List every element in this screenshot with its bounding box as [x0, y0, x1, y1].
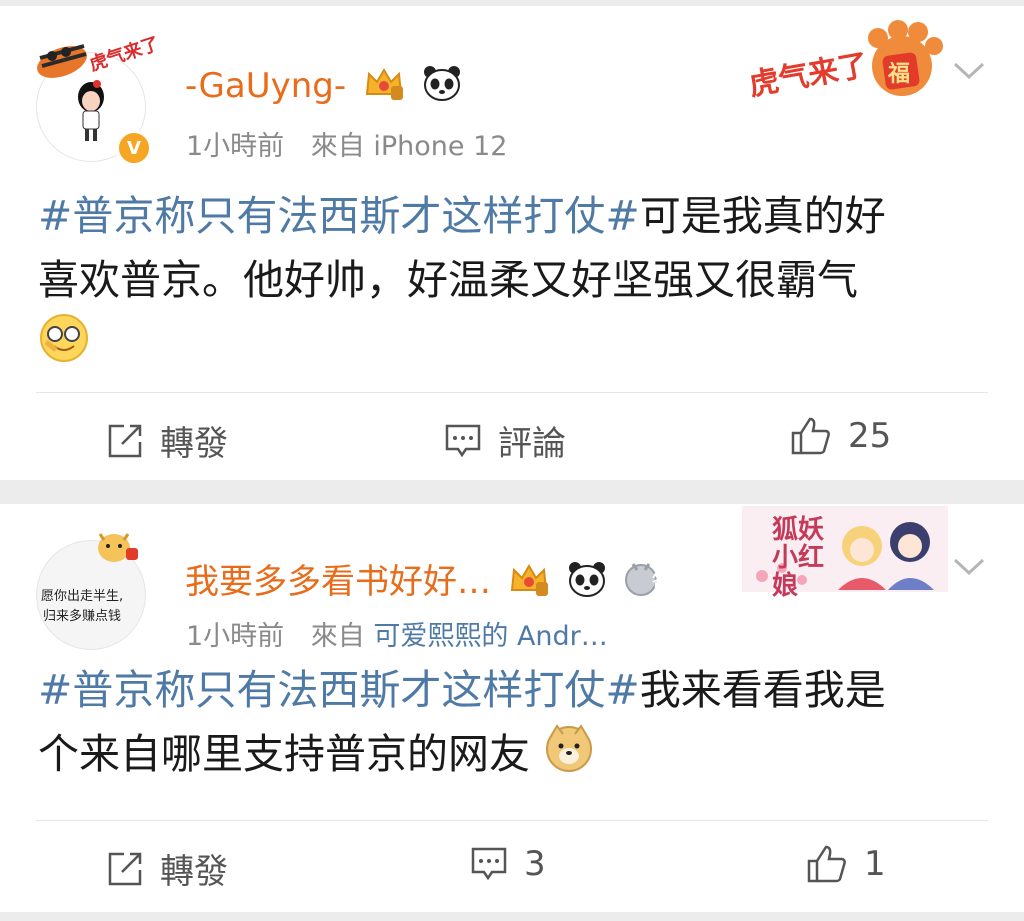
comment-count: 3 [524, 844, 546, 884]
divider [36, 820, 988, 821]
crown-badge-icon [508, 560, 550, 607]
repost-icon [108, 424, 142, 457]
post-time: 1小時前 [186, 131, 285, 162]
like-button[interactable]: 25 [790, 416, 891, 456]
like-button[interactable]: 1 [806, 844, 886, 884]
chevron-down-icon[interactable] [952, 556, 986, 582]
avatar-text-line2: 归来多赚点钱 [43, 609, 122, 624]
post-text: #普京称只有法西斯才这样打仗#可是我真的好 喜欢普京。他好帅，好温柔又好坚强又很… [38, 184, 974, 382]
panda-badge-icon [567, 560, 607, 607]
badge-level: 6 [402, 86, 410, 100]
comment-button[interactable]: 評論 [444, 416, 566, 465]
post-source[interactable]: 可爱熙熙的 Andr… [373, 621, 607, 652]
repost-icon [108, 852, 142, 885]
crown-badge-icon [363, 64, 405, 111]
repost-button[interactable]: 轉發 [106, 844, 228, 893]
post-meta: 1小時前 來自 iPhone 12 [186, 124, 507, 163]
post-meta: 1小時前 來自 可爱熙熙的 Andr… [186, 614, 608, 653]
post-card[interactable]: 愿你出走半生, 归来多赚点钱 我要多多看书好好… 答 1小時前 來自 可爱熙熙的… [0, 504, 1024, 912]
username[interactable]: 我要多多看书好好… [185, 554, 659, 607]
divider [36, 392, 988, 393]
topic-link[interactable]: #普京称只有法西斯才这样打仗# [38, 666, 640, 714]
repost-label: 轉發 [160, 852, 228, 892]
username-text: 我要多多看书好好… [185, 562, 491, 602]
source-prefix: 來自 [310, 621, 365, 652]
post-body-line1: 我来看看我是 [639, 666, 886, 714]
post-text: #普京称只有法西斯才这样打仗#我来看看我是 个来自哪里支持普京的网友 [38, 658, 974, 792]
thumbs-up-icon [791, 417, 830, 455]
comment-icon [445, 424, 481, 457]
medal-text: 答 [652, 572, 668, 590]
comment-button[interactable]: 3 [470, 844, 546, 884]
source-prefix: 來自 [310, 131, 365, 162]
post-body-line2: 喜欢普京。他好帅，好温柔又好坚强又很霸气 [38, 256, 858, 304]
like-count: 1 [864, 844, 886, 884]
avatar-text-line1: 愿你出走半生, [41, 589, 124, 604]
post-source: iPhone 12 [373, 131, 508, 162]
repost-label: 轉發 [160, 424, 228, 464]
panda-badge-icon [422, 64, 462, 111]
verified-badge: V [116, 130, 152, 166]
post-body-line2: 个来自哪里支持普京的网友 [38, 730, 530, 778]
username[interactable]: -GaUyng- [185, 64, 462, 111]
repost-button[interactable]: 轉發 [106, 416, 228, 465]
doge-emoji-icon [543, 722, 595, 792]
decoration-fu: 福 [888, 62, 911, 87]
username-text: -GaUyng- [185, 66, 347, 106]
comment-icon [471, 847, 507, 881]
chevron-down-icon[interactable] [952, 60, 986, 86]
sunglasses-emoji-icon [38, 312, 90, 382]
post-body-line1: 可是我真的好 [639, 192, 886, 240]
post-time: 1小時前 [186, 621, 285, 652]
comment-label: 評論 [498, 424, 566, 464]
like-count: 25 [848, 416, 892, 456]
cow-sticker-icon [92, 526, 140, 570]
post-card[interactable]: 虎气来了 V -GaUyng- 6 1小時前 來自 iPhone 12 虎气来了… [0, 6, 1024, 480]
topic-link[interactable]: #普京称只有法西斯才这样打仗# [38, 192, 640, 240]
thumbs-up-icon [807, 845, 846, 883]
decoration-text: 狐妖小红娘 [772, 515, 825, 601]
